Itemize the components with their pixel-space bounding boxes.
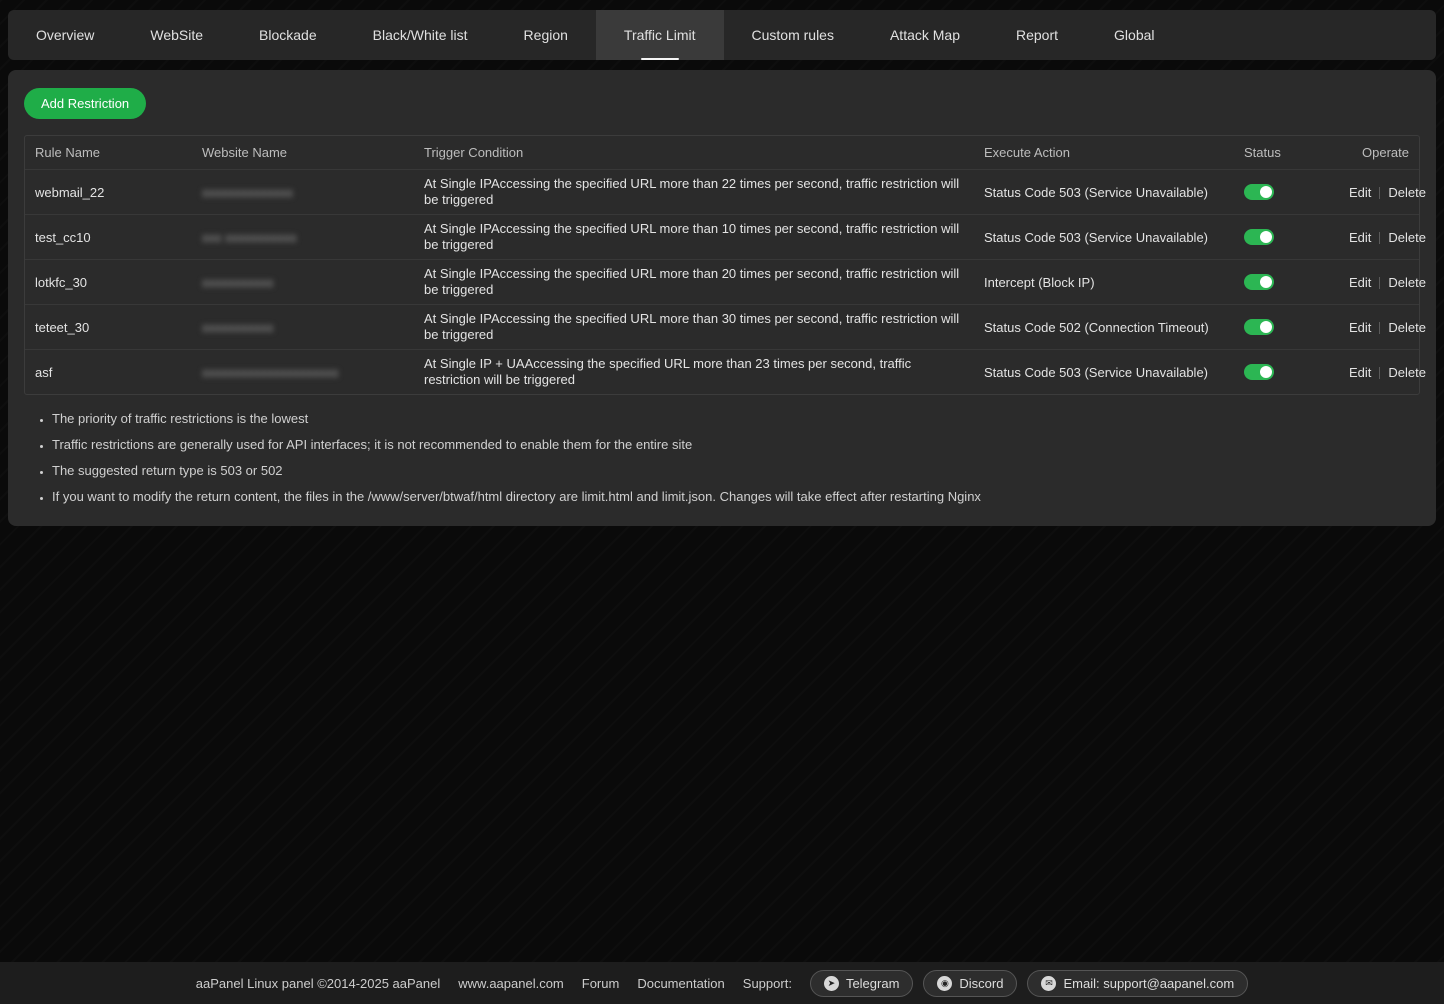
- discord-icon: ◉: [937, 976, 952, 991]
- execute-action: Status Code 503 (Service Unavailable): [974, 224, 1234, 251]
- tab-region[interactable]: Region: [496, 10, 596, 60]
- execute-action: Status Code 503 (Service Unavailable): [974, 179, 1234, 206]
- note-item: The priority of traffic restrictions is …: [52, 411, 1420, 426]
- trigger-condition: At Single IPAccessing the specified URL …: [414, 215, 974, 259]
- tab-black-white-list[interactable]: Black/White list: [345, 10, 496, 60]
- toggle-knob: [1260, 186, 1272, 198]
- website-name-redacted: xxxxxxxxxxx: [202, 275, 274, 290]
- note-item: If you want to modify the return content…: [52, 489, 1420, 504]
- footer-website-link[interactable]: www.aapanel.com: [458, 976, 564, 991]
- divider: [1379, 367, 1380, 379]
- table-row: teteet_30 xxxxxxxxxxx At Single IPAccess…: [25, 304, 1419, 349]
- edit-button[interactable]: Edit: [1349, 185, 1371, 200]
- website-name-redacted: xxxxxxxxxxxxxxxxxxxxx: [202, 365, 339, 380]
- status-toggle[interactable]: [1244, 364, 1274, 380]
- website-name-redacted: xxxxxxxxxxx: [202, 320, 274, 335]
- header-operate: Operate: [1339, 139, 1419, 166]
- edit-button[interactable]: Edit: [1349, 365, 1371, 380]
- table-row: test_cc10 xxx xxxxxxxxxxx At Single IPAc…: [25, 214, 1419, 259]
- email-button[interactable]: ✉ Email: support@aapanel.com: [1027, 970, 1248, 997]
- execute-action: Intercept (Block IP): [974, 269, 1234, 296]
- delete-button[interactable]: Delete: [1388, 320, 1426, 335]
- trigger-condition: At Single IP + UAAccessing the specified…: [414, 350, 974, 394]
- header-trigger: Trigger Condition: [414, 139, 974, 167]
- execute-action: Status Code 503 (Service Unavailable): [974, 359, 1234, 386]
- top-nav: Overview WebSite Blockade Black/White li…: [8, 10, 1436, 60]
- trigger-condition: At Single IPAccessing the specified URL …: [414, 170, 974, 214]
- status-toggle[interactable]: [1244, 319, 1274, 335]
- status-toggle[interactable]: [1244, 274, 1274, 290]
- toggle-knob: [1260, 321, 1272, 333]
- delete-button[interactable]: Delete: [1388, 230, 1426, 245]
- status-toggle[interactable]: [1244, 229, 1274, 245]
- status-toggle[interactable]: [1244, 184, 1274, 200]
- toggle-knob: [1260, 276, 1272, 288]
- footer-copyright: aaPanel Linux panel ©2014-2025 aaPanel: [196, 976, 441, 991]
- tab-report[interactable]: Report: [988, 10, 1086, 60]
- notes-list: The priority of traffic restrictions is …: [24, 411, 1420, 504]
- rule-name: test_cc10: [25, 224, 192, 251]
- delete-button[interactable]: Delete: [1388, 185, 1426, 200]
- telegram-button[interactable]: ➤ Telegram: [810, 970, 913, 997]
- rule-name: asf: [25, 359, 192, 386]
- tab-attack-map[interactable]: Attack Map: [862, 10, 988, 60]
- tab-website[interactable]: WebSite: [122, 10, 231, 60]
- trigger-condition: At Single IPAccessing the specified URL …: [414, 305, 974, 349]
- tab-global[interactable]: Global: [1086, 10, 1182, 60]
- divider: [1379, 277, 1380, 289]
- website-name-redacted: xxxxxxxxxxxxxx: [202, 185, 293, 200]
- toggle-knob: [1260, 366, 1272, 378]
- footer: aaPanel Linux panel ©2014-2025 aaPanel w…: [0, 962, 1444, 1004]
- delete-button[interactable]: Delete: [1388, 275, 1426, 290]
- execute-action: Status Code 502 (Connection Timeout): [974, 314, 1234, 341]
- add-restriction-button[interactable]: Add Restriction: [24, 88, 146, 119]
- header-action: Execute Action: [974, 139, 1234, 166]
- header-status: Status: [1234, 139, 1339, 166]
- table-header-row: Rule Name Website Name Trigger Condition…: [25, 136, 1419, 169]
- divider: [1379, 187, 1380, 199]
- email-icon: ✉: [1041, 976, 1056, 991]
- edit-button[interactable]: Edit: [1349, 320, 1371, 335]
- note-item: Traffic restrictions are generally used …: [52, 437, 1420, 452]
- header-rule-name: Rule Name: [25, 139, 192, 166]
- note-item: The suggested return type is 503 or 502: [52, 463, 1420, 478]
- rule-name: lotkfc_30: [25, 269, 192, 296]
- tab-overview[interactable]: Overview: [8, 10, 122, 60]
- traffic-limit-panel: Add Restriction Rule Name Website Name T…: [8, 70, 1436, 526]
- tab-traffic-limit[interactable]: Traffic Limit: [596, 10, 724, 60]
- divider: [1379, 322, 1380, 334]
- website-name-redacted: xxx xxxxxxxxxxx: [202, 230, 297, 245]
- footer-support-label: Support:: [743, 976, 792, 991]
- divider: [1379, 232, 1380, 244]
- edit-button[interactable]: Edit: [1349, 230, 1371, 245]
- footer-forum-link[interactable]: Forum: [582, 976, 620, 991]
- discord-button[interactable]: ◉ Discord: [923, 970, 1017, 997]
- active-tab-underline: [641, 58, 679, 60]
- tab-blockade[interactable]: Blockade: [231, 10, 345, 60]
- tab-custom-rules[interactable]: Custom rules: [724, 10, 862, 60]
- edit-button[interactable]: Edit: [1349, 275, 1371, 290]
- table-row: webmail_22 xxxxxxxxxxxxxx At Single IPAc…: [25, 169, 1419, 214]
- rule-name: teteet_30: [25, 314, 192, 341]
- toggle-knob: [1260, 231, 1272, 243]
- footer-docs-link[interactable]: Documentation: [637, 976, 724, 991]
- traffic-limit-table: Rule Name Website Name Trigger Condition…: [24, 135, 1420, 395]
- header-website-name: Website Name: [192, 139, 414, 166]
- table-row: asf xxxxxxxxxxxxxxxxxxxxx At Single IP +…: [25, 349, 1419, 394]
- trigger-condition: At Single IPAccessing the specified URL …: [414, 260, 974, 304]
- telegram-icon: ➤: [824, 976, 839, 991]
- delete-button[interactable]: Delete: [1388, 365, 1426, 380]
- table-row: lotkfc_30 xxxxxxxxxxx At Single IPAccess…: [25, 259, 1419, 304]
- rule-name: webmail_22: [25, 179, 192, 206]
